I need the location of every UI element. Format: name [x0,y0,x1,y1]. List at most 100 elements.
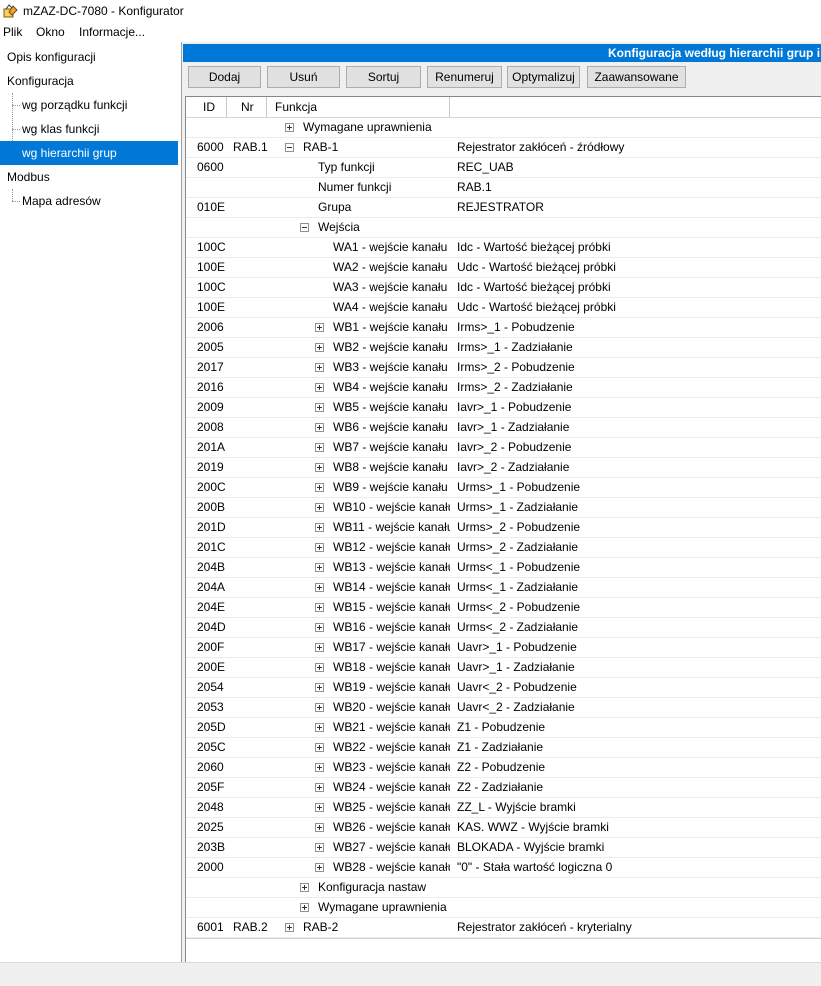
row-id: 200E [197,660,226,674]
expand-icon[interactable] [315,723,324,732]
expand-icon[interactable] [315,643,324,652]
sidebar-item-mapa-adresow[interactable]: Mapa adresów [0,189,178,213]
table-row[interactable]: 2048 WB25 - wejście kanału binarnego ZZ_L … [186,798,821,818]
expand-icon[interactable] [315,563,324,572]
dodaj-button[interactable]: Dodaj [188,66,261,88]
menu-plik[interactable]: Plik [3,25,22,39]
table-row[interactable]: 205D WB21 - wejście kanału binarnego Z1 - … [186,718,821,738]
table-row[interactable]: 2009 WB5 - wejście kanału binarnego Iavr>_… [186,398,821,418]
expand-icon[interactable] [315,423,324,432]
row-value: Urms<_1 - Zadziałanie [457,580,579,594]
table-row[interactable]: 201C WB12 - wejście kanału binarnego Urms>… [186,538,821,558]
expand-icon[interactable] [315,603,324,612]
table-row[interactable]: 203B WB27 - wejście kanału binarnego BLOKA… [186,838,821,858]
expand-icon[interactable] [315,623,324,632]
expand-icon[interactable] [315,843,324,852]
expand-icon[interactable] [315,703,324,712]
table-row[interactable]: Konfiguracja nastaw [186,878,821,898]
column-header-nr[interactable]: Nr [227,97,267,117]
sidebar-item-opis-konfiguracji[interactable]: Opis konfiguracji [0,45,178,69]
zaawansowane-button[interactable]: Zaawansowane [587,66,686,88]
sidebar-item-wg-porzadku-funkcji[interactable]: wg porządku funkcji [0,93,178,117]
menu-okno[interactable]: Okno [36,25,65,39]
table-row[interactable]: 100E WA2 - wejście kanału analogowego Udc … [186,258,821,278]
table-row[interactable]: 201A WB7 - wejście kanału binarnego Iavr>_… [186,438,821,458]
table-row[interactable]: 100C WA3 - wejście kanału analogowego Idc … [186,278,821,298]
expand-icon[interactable] [315,383,324,392]
table-row[interactable]: 2005 WB2 - wejście kanału binarnego Irms>_… [186,338,821,358]
sidebar-item-konfiguracja[interactable]: Konfiguracja [0,69,178,93]
table-row[interactable]: 2054 WB19 - wejście kanału binarnego Uavr<… [186,678,821,698]
expand-icon[interactable] [315,363,324,372]
table-row[interactable]: 2025 WB26 - wejście kanału binarnego KAS. … [186,818,821,838]
table-row[interactable]: 200F WB17 - wejście kanału binarnego Uavr>… [186,638,821,658]
expand-icon[interactable] [315,523,324,532]
table-row[interactable]: 200B WB10 - wejście kanału binarnego Urms>… [186,498,821,518]
table-row[interactable]: 2053 WB20 - wejście kanału binarnego Uavr<… [186,698,821,718]
table-row[interactable]: Wymagane uprawnienia [186,118,821,138]
table-row[interactable]: 100E WA4 - wejście kanału analogowego Udc … [186,298,821,318]
table-row[interactable]: 2017 WB3 - wejście kanału binarnego Irms>_… [186,358,821,378]
expand-icon[interactable] [285,123,294,132]
table-row[interactable]: Numer funkcji RAB.1 [186,178,821,198]
table-row[interactable]: 2019 WB8 - wejście kanału binarnego Iavr>_… [186,458,821,478]
table-row[interactable]: 0600 Typ funkcji REC_UAB [186,158,821,178]
table-row[interactable]: 6000 RAB.1 RAB-1 Rejestrator zakłóceń - źró… [186,138,821,158]
expand-icon[interactable] [315,763,324,772]
table-row[interactable]: 204A WB14 - wejście kanału binarnego Urms<… [186,578,821,598]
row-function-name: WB10 - wejście kanału binarnego [333,500,450,514]
expand-icon[interactable] [315,823,324,832]
expand-icon[interactable] [315,683,324,692]
sidebar-item-modbus[interactable]: Modbus [0,165,178,189]
table-row[interactable]: Wejścia [186,218,821,238]
column-header-funkcja[interactable]: Funkcja [267,97,450,117]
usun-button[interactable]: Usuń [267,66,340,88]
table-row[interactable]: 2006 WB1 - wejście kanału binarnego Irms>_… [186,318,821,338]
expand-icon[interactable] [315,443,324,452]
expand-icon[interactable] [300,903,309,912]
table-row[interactable]: 204D WB16 - wejście kanału binarnego Urms<… [186,618,821,638]
expand-icon[interactable] [315,743,324,752]
table-row[interactable]: 100C WA1 - wejście kanału analogowego Idc … [186,238,821,258]
menu-informacje[interactable]: Informacje... [79,25,145,39]
expand-icon[interactable] [315,583,324,592]
sortuj-button[interactable]: Sortuj [346,66,421,88]
table-row[interactable]: 205F WB24 - wejście kanału binarnego Z2 - … [186,778,821,798]
row-id: 204B [197,560,226,574]
expand-icon[interactable] [315,543,324,552]
table-row[interactable]: 2016 WB4 - wejście kanału binarnego Irms>_… [186,378,821,398]
sidebar-item-wg-klas-funkcji[interactable]: wg klas funkcji [0,117,178,141]
expand-icon[interactable] [315,503,324,512]
table-row[interactable]: 201D WB11 - wejście kanału binarnego Urms>… [186,518,821,538]
table-row[interactable]: 204E WB15 - wejście kanału binarnego Urms<… [186,598,821,618]
expand-icon[interactable] [315,803,324,812]
optymalizuj-button[interactable]: Optymalizuj [507,66,580,88]
expand-icon[interactable] [315,783,324,792]
table-row[interactable]: 205C WB22 - wejście kanału binarnego Z1 - … [186,738,821,758]
expand-icon[interactable] [315,463,324,472]
expand-icon[interactable] [315,343,324,352]
expand-icon[interactable] [300,883,309,892]
expand-icon[interactable] [285,923,294,932]
table-row[interactable]: Wymagane uprawnienia [186,898,821,918]
renumeruj-button[interactable]: Renumeruj [427,66,502,88]
expand-icon[interactable] [315,663,324,672]
table-row[interactable]: 2008 WB6 - wejście kanału binarnego Iavr>_… [186,418,821,438]
table-row[interactable]: 200E WB18 - wejście kanału binarnego Uavr>… [186,658,821,678]
column-header-id[interactable]: ID [186,97,227,117]
expand-icon[interactable] [315,863,324,872]
table-row[interactable]: 6001 RAB.2 RAB-2 Rejestrator zakłóceń - kry… [186,918,821,938]
table-row[interactable]: 200C WB9 - wejście kanału binarnego Urms>_… [186,478,821,498]
table-row[interactable]: 204B WB13 - wejście kanału binarnego Urms<… [186,558,821,578]
expand-icon[interactable] [315,323,324,332]
table-row[interactable]: 2000 WB28 - wejście kanału binarnego "0" -… [186,858,821,878]
configuration-tree-grid[interactable]: ID Nr Funkcja Wymagane uprawnienia 6000 RA… [185,96,821,963]
collapse-icon[interactable] [285,143,294,152]
table-row[interactable]: 2060 WB23 - wejście kanału binarnego Z2 - … [186,758,821,778]
expand-icon[interactable] [315,403,324,412]
row-function-name: Grupa [318,200,352,214]
table-row[interactable]: 010E Grupa REJESTRATOR [186,198,821,218]
sidebar-item-wg-hierarchii-grup[interactable]: wg hierarchii grup [0,141,178,165]
expand-icon[interactable] [315,483,324,492]
collapse-icon[interactable] [300,223,309,232]
